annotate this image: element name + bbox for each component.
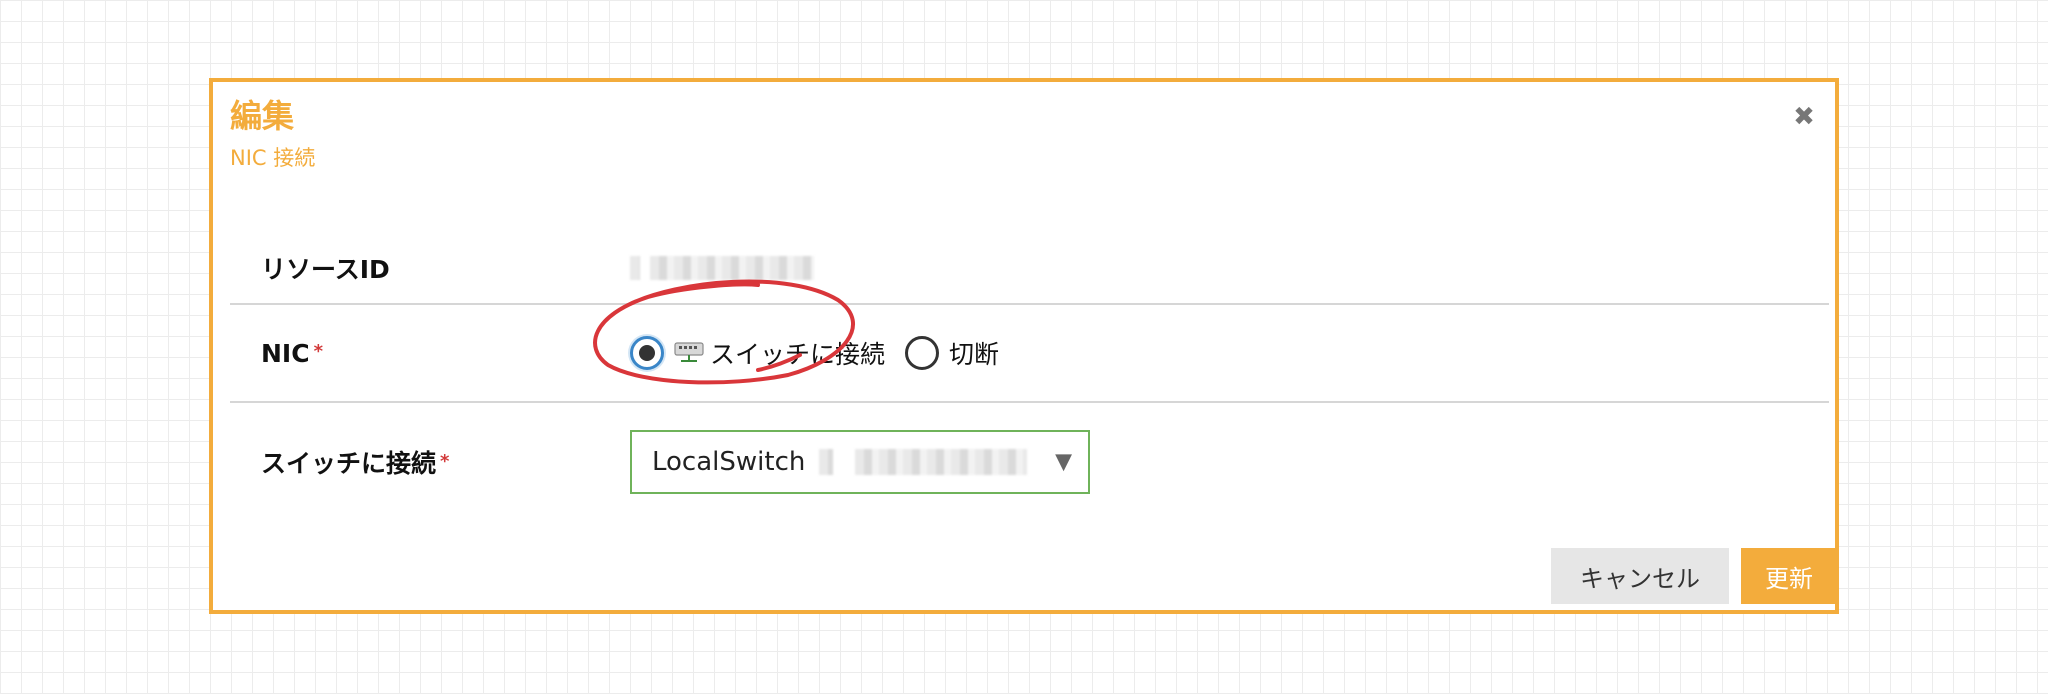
switch-select-value: LocalSwitch — [652, 446, 806, 477]
required-mark: * — [440, 450, 450, 472]
redacted-text — [855, 448, 1028, 475]
cancel-button[interactable]: キャンセル — [1551, 548, 1729, 604]
update-button[interactable]: 更新 — [1741, 548, 1837, 604]
radio-connect-switch[interactable] — [630, 336, 664, 370]
switch-row: スイッチに接続 * LocalSwitch ▼ — [230, 403, 1829, 520]
redacted-text — [650, 255, 814, 280]
required-mark: * — [313, 340, 323, 362]
nic-label: NIC * — [261, 338, 323, 368]
radio-disconnect[interactable] — [905, 336, 940, 370]
chevron-down-icon: ▼ — [1055, 449, 1072, 474]
dialog-title: 編集 — [230, 97, 295, 135]
switch-label: スイッチに接続 * — [261, 448, 450, 478]
radio-connect-switch-label[interactable]: スイッチに接続 — [710, 335, 885, 371]
nic-row: NIC * スイッチに接続 切断 — [230, 305, 1829, 403]
nic-radio-group: スイッチに接続 切断 — [630, 335, 999, 371]
redacted-text — [630, 255, 640, 280]
dialog-subtitle: NIC 接続 — [230, 146, 316, 170]
network-switch-icon — [674, 342, 704, 362]
resource-id-value — [630, 255, 814, 280]
radio-disconnect-label[interactable]: 切断 — [949, 335, 999, 371]
edit-dialog: 編集 NIC 接続 ✖ リソースID NIC * スイッチに接続 切断 スイッチ… — [209, 78, 1839, 614]
edit-form: リソースID NIC * スイッチに接続 切断 スイッチに接続 * LocalS… — [230, 232, 1829, 520]
resource-id-label: リソースID — [261, 254, 390, 284]
resource-id-row: リソースID — [230, 232, 1829, 305]
close-icon[interactable]: ✖ — [1789, 102, 1819, 132]
switch-select-wrap: LocalSwitch ▼ — [630, 429, 1090, 494]
switch-select[interactable]: LocalSwitch ▼ — [630, 429, 1090, 494]
redacted-text — [819, 448, 834, 475]
